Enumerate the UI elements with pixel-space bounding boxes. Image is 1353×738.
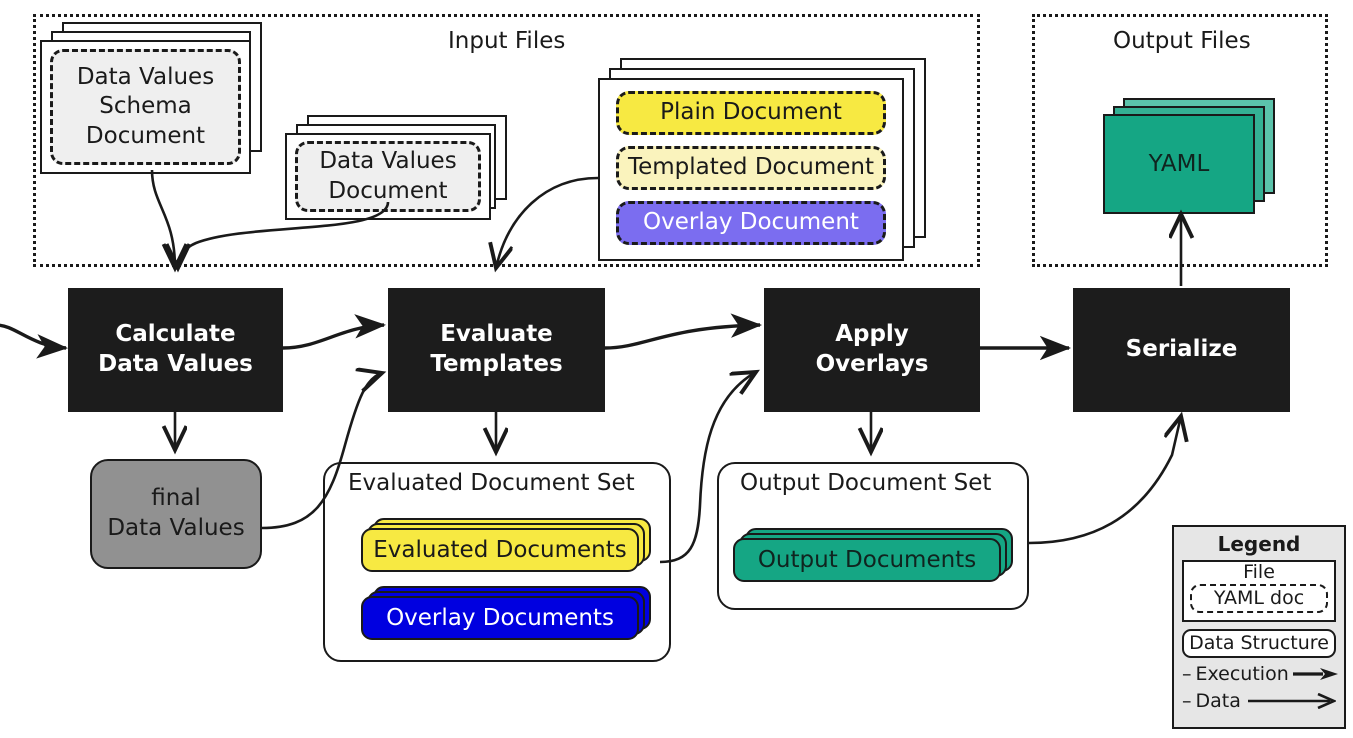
legend-data-label: Data — [1195, 689, 1241, 712]
data-values-document[interactable]: Data Values Document — [295, 141, 481, 212]
doc-line-1: Data Values — [76, 63, 215, 90]
process-line-2: Data Values — [98, 351, 253, 377]
templated-document[interactable]: Templated Document — [616, 146, 886, 190]
doc-line-1: Data Values — [319, 148, 457, 175]
legend-yaml-doc-sample: YAML doc — [1190, 583, 1328, 613]
legend-row-data: – Data — [1182, 690, 1336, 712]
process-line-1: Calculate — [115, 321, 236, 348]
process-line-1: Serialize — [1125, 336, 1238, 363]
diagram-canvas: Input Files Data Values Schema Document … — [0, 0, 1353, 738]
legend-data-arrow-icon — [1245, 692, 1336, 709]
edge-calculate-to-evaluate — [282, 314, 387, 350]
overlay-documents-stack[interactable]: Overlay Documents — [361, 586, 651, 640]
yaml-output-file[interactable]: YAML — [1103, 114, 1255, 214]
evaluated-documents-stack[interactable]: Evaluated Documents — [361, 518, 651, 572]
chip-label: Output Documents — [757, 547, 977, 573]
legend-row-execution: – Execution — [1182, 662, 1339, 685]
legend-execution-label: Execution — [1195, 662, 1289, 685]
ds-line-2: Data Values — [107, 515, 245, 541]
process-apply-overlays[interactable]: Apply Overlays — [764, 288, 980, 412]
legend-execution-arrow-icon — [1292, 667, 1339, 681]
doc-line-2: Document — [328, 177, 448, 204]
process-serialize[interactable]: Serialize — [1073, 288, 1290, 412]
process-line-1: Evaluate — [440, 321, 553, 348]
legend-data-structure-sample: Data Structure — [1182, 628, 1336, 658]
data-values-schema-document-stack[interactable]: Data Values Schema Document — [40, 22, 262, 174]
legend-file-label: File — [1243, 561, 1275, 583]
chip-overlay-documents[interactable]: Overlay Documents — [361, 596, 639, 640]
process-evaluate-templates[interactable]: Evaluate Templates — [388, 288, 605, 412]
process-line-1: Apply — [835, 321, 909, 348]
data-values-schema-document[interactable]: Data Values Schema Document — [50, 49, 241, 165]
chip-label: Evaluated Documents — [373, 537, 627, 563]
data-values-document-stack[interactable]: Data Values Document — [285, 115, 509, 220]
edge-outdocset-to-serialize — [1028, 416, 1181, 545]
process-calculate-data-values[interactable]: Calculate Data Values — [68, 288, 283, 412]
overlay-document-label: Overlay Document — [643, 209, 859, 236]
ds-output-document-set-title: Output Document Set — [740, 470, 992, 496]
edge-evaluate-to-apply — [604, 313, 763, 350]
process-line-2: Templates — [430, 351, 563, 377]
ds-evaluated-document-set-title: Evaluated Document Set — [348, 470, 635, 496]
input-files-title: Input Files — [448, 28, 566, 54]
doc-line-2: Schema — [99, 93, 192, 120]
yaml-output-stack[interactable]: YAML — [1103, 98, 1275, 214]
legend-execution-dash: – — [1182, 662, 1192, 685]
chip-label: Overlay Documents — [386, 605, 614, 631]
legend-title: Legend — [1217, 532, 1301, 556]
templated-document-label: Templated Document — [627, 154, 874, 181]
ds-final-data-values[interactable]: final Data Values — [90, 459, 262, 569]
legend-yaml-doc-label: YAML doc — [1213, 586, 1305, 609]
legend: Legend File YAML doc Data Structure – Ex… — [1172, 525, 1346, 729]
legend-file-sample: File YAML doc — [1182, 560, 1336, 622]
legend-data-structure-label: Data Structure — [1189, 631, 1329, 654]
doc-line-3: Document — [85, 122, 206, 149]
chip-evaluated-documents[interactable]: Evaluated Documents — [361, 528, 639, 572]
overlay-document[interactable]: Overlay Document — [616, 201, 886, 245]
output-files-title: Output Files — [1113, 28, 1251, 54]
ds-line-1: final — [151, 485, 201, 512]
plain-document-label: Plain Document — [660, 99, 842, 126]
template-document-stack[interactable]: Plain Document Templated Document Overla… — [598, 58, 928, 261]
yaml-output-label: YAML — [1148, 151, 1210, 177]
legend-data-dash: – — [1182, 689, 1192, 712]
plain-document[interactable]: Plain Document — [616, 91, 886, 135]
edge-entry-to-calculate — [0, 323, 69, 359]
chip-output-documents[interactable]: Output Documents — [733, 538, 1001, 582]
process-line-2: Overlays — [815, 351, 929, 377]
output-documents-stack[interactable]: Output Documents — [733, 528, 1013, 582]
